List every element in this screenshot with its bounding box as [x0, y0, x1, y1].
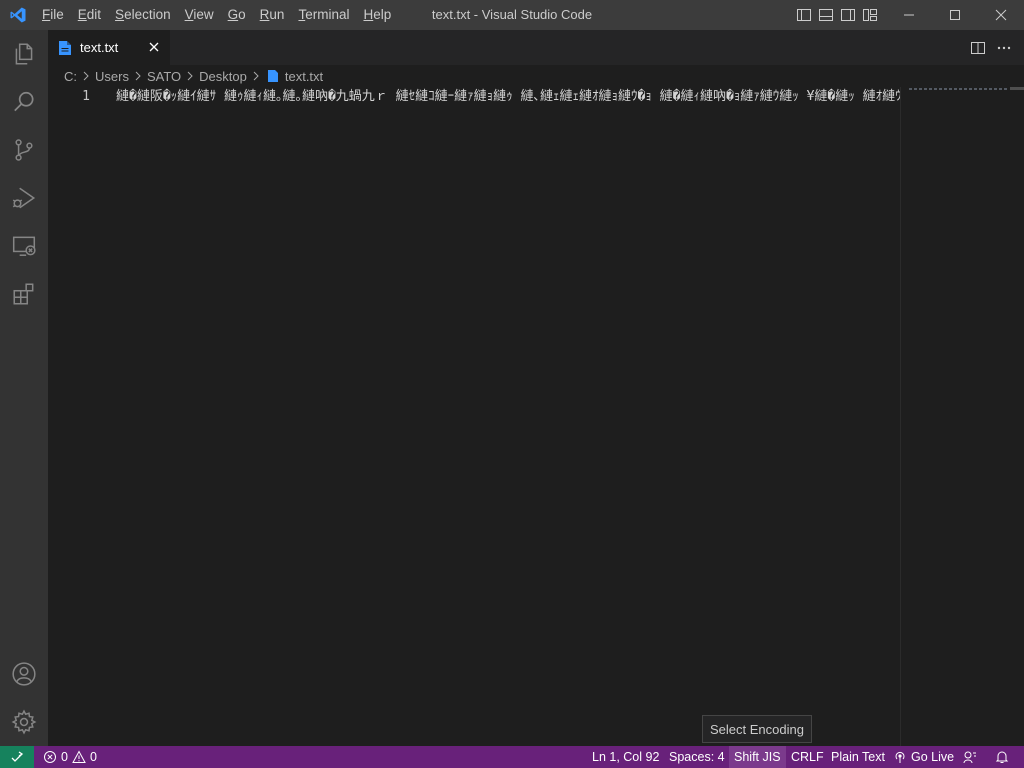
error-count: 0: [61, 750, 68, 764]
source-control-icon[interactable]: [0, 126, 48, 174]
menu-edit[interactable]: Edit: [71, 0, 108, 30]
breadcrumb-item[interactable]: Users: [95, 69, 129, 84]
error-icon: [44, 751, 56, 763]
editor-actions: [970, 30, 1012, 65]
file-icon: [267, 70, 278, 82]
encoding-selector[interactable]: Shift JIS: [729, 746, 786, 768]
notifications-button[interactable]: [990, 746, 1014, 768]
menu-go[interactable]: Go: [221, 0, 253, 30]
language-mode[interactable]: Plain Text: [826, 746, 890, 768]
remote-icon: [11, 751, 24, 762]
customize-layout-icon[interactable]: [862, 7, 878, 23]
activity-bar: [0, 30, 48, 746]
run-debug-icon[interactable]: [0, 174, 48, 222]
minimap-line: [909, 88, 1009, 90]
menu-terminal[interactable]: Terminal: [291, 0, 356, 30]
warning-icon: [72, 750, 86, 763]
window-controls: [886, 0, 1024, 30]
minimap[interactable]: [900, 87, 1010, 746]
more-actions-icon[interactable]: [996, 40, 1012, 56]
split-editor-icon[interactable]: [970, 40, 986, 56]
search-icon[interactable]: [0, 78, 48, 126]
problems-indicator[interactable]: 0 0: [38, 746, 102, 768]
breadcrumb-item[interactable]: C:: [64, 69, 77, 84]
editor-tabs: text.txt: [48, 30, 1024, 65]
title-bar: File Edit Selection View Go Run Terminal…: [0, 0, 1024, 30]
toggle-secondary-sidebar-icon[interactable]: [840, 7, 856, 23]
breadcrumb-item[interactable]: text.txt: [285, 69, 323, 84]
menu-run[interactable]: Run: [253, 0, 292, 30]
toggle-panel-icon[interactable]: [818, 7, 834, 23]
extensions-icon[interactable]: [0, 270, 48, 318]
file-icon: [59, 40, 71, 55]
warning-count: 0: [89, 750, 97, 764]
layout-controls: [796, 0, 878, 30]
end-of-line[interactable]: CRLF: [786, 746, 829, 768]
chevron-right-icon: [83, 71, 89, 81]
tab-label: text.txt: [80, 40, 119, 55]
menu-selection[interactable]: Selection: [108, 0, 178, 30]
feedback-button[interactable]: [958, 746, 982, 768]
remote-indicator[interactable]: [0, 746, 34, 768]
remote-explorer-icon[interactable]: [0, 222, 48, 270]
go-live-label: Go Live: [911, 750, 955, 764]
close-icon[interactable]: [146, 39, 162, 55]
breadcrumb: C: Users SATO Desktop text.txt: [48, 65, 1024, 87]
bell-icon: [995, 751, 1009, 763]
explorer-icon[interactable]: [0, 30, 48, 78]
breadcrumb-item[interactable]: Desktop: [199, 69, 247, 84]
vertical-scrollbar[interactable]: [1010, 87, 1024, 746]
code-line[interactable]: 縺�縺阪�ｯ縺ｲ縺ｻ 縺ｩ縺ｨ縺｡縺｡縺吶�九蝸九ｒ 縺ｾ縺ｺ縺ｰ縺ｧ縺ｮ縺ｩ …: [116, 87, 900, 106]
feedback-icon: [963, 751, 976, 764]
chevron-right-icon: [253, 71, 259, 81]
go-live-button[interactable]: Go Live: [888, 746, 959, 768]
encoding-tooltip: Select Encoding: [702, 715, 812, 743]
indentation[interactable]: Spaces: 4: [664, 746, 730, 768]
vscode-logo-icon: [0, 0, 35, 30]
minimize-button[interactable]: [886, 0, 932, 30]
menu-view[interactable]: View: [178, 0, 221, 30]
broadcast-icon: [895, 751, 905, 763]
line-number: 1: [82, 89, 90, 104]
menu-help[interactable]: Help: [356, 0, 398, 30]
chevron-right-icon: [187, 71, 193, 81]
editor-text-area[interactable]: 1 縺�縺阪�ｯ縺ｲ縺ｻ 縺ｩ縺ｨ縺｡縺｡縺吶�九蝸九ｒ 縺ｾ縺ｺ縺ｰ縺ｧ縺ｮ縺…: [48, 87, 900, 746]
chevron-right-icon: [135, 71, 141, 81]
account-icon[interactable]: [0, 650, 48, 698]
close-window-button[interactable]: [978, 0, 1024, 30]
breadcrumb-item[interactable]: SATO: [147, 69, 181, 84]
toggle-primary-sidebar-icon[interactable]: [796, 7, 812, 23]
scrollbar-thumb[interactable]: [1010, 87, 1024, 90]
tab-text-txt[interactable]: text.txt: [48, 30, 170, 65]
status-bar: 0 0 Ln 1, Col 92 Spaces: 4 Shift JIS CRL…: [0, 746, 1024, 768]
menu-file[interactable]: File: [35, 0, 71, 30]
menu-bar: File Edit Selection View Go Run Terminal…: [35, 0, 398, 30]
settings-gear-icon[interactable]: [0, 698, 48, 746]
cursor-position[interactable]: Ln 1, Col 92: [587, 746, 664, 768]
maximize-button[interactable]: [932, 0, 978, 30]
